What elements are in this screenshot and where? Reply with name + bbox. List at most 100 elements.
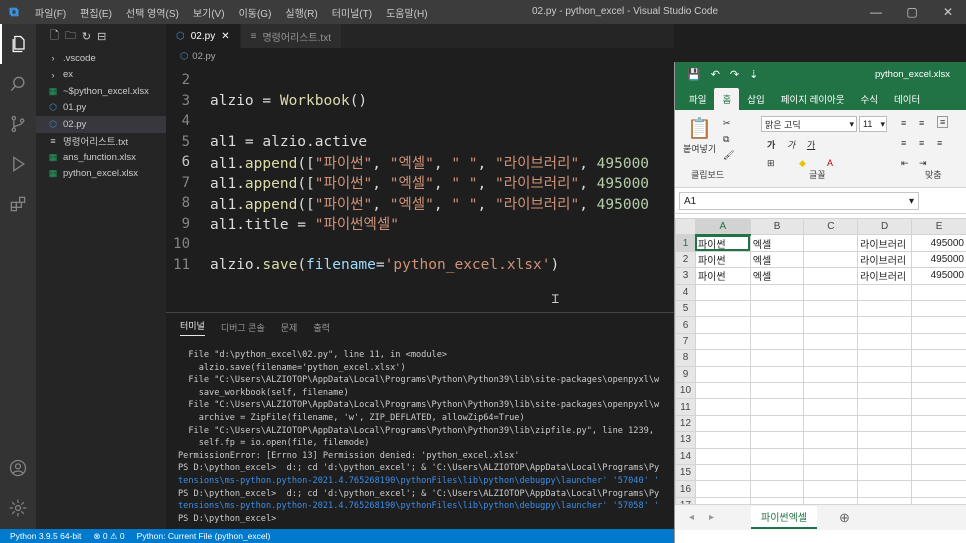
ribbon-tab[interactable]: 삽입 [739, 88, 772, 110]
border-icon[interactable]: ⊞ [767, 158, 775, 169]
cell[interactable] [857, 463, 913, 482]
explorer-item[interactable]: ▦ ans_function.xlsx [36, 149, 166, 166]
decrease-indent-icon[interactable]: ⇤ [901, 158, 909, 169]
cell[interactable] [803, 431, 859, 449]
ribbon-tab[interactable]: 페이지 레이아웃 [773, 88, 853, 110]
underline-button[interactable]: 가 [807, 138, 815, 151]
cell[interactable] [911, 283, 966, 302]
ribbon-tab[interactable]: 수식 [853, 88, 886, 110]
menu-item[interactable]: 터미널(T) [325, 5, 379, 20]
cell[interactable] [694, 447, 751, 465]
new-folder-icon[interactable]: 🗀 [65, 27, 76, 46]
cell[interactable] [694, 283, 751, 302]
cell[interactable]: 엑셀 [749, 267, 805, 285]
cell[interactable] [857, 398, 913, 416]
cell[interactable] [911, 414, 966, 433]
cell[interactable] [857, 447, 913, 465]
cell[interactable] [694, 398, 751, 416]
tab-02-py[interactable]: ⬡ 02.py ✕ [166, 24, 241, 48]
cell[interactable] [694, 414, 751, 433]
cell[interactable] [749, 398, 805, 416]
account-icon[interactable] [0, 448, 36, 488]
cell[interactable]: 495000 [911, 250, 966, 269]
menu-item[interactable]: 선택 영역(S) [119, 5, 186, 20]
code-line[interactable]: 11 alzio.save(filename='python_excel.xlsx… [166, 255, 674, 276]
menu-item[interactable]: 실행(R) [278, 5, 324, 20]
explorer-item[interactable]: ▦ python_excel.xlsx [36, 166, 166, 183]
terminal-output[interactable]: File "d:\python_excel\02.py", line 11, i… [166, 341, 674, 525]
italic-button[interactable]: 가 [787, 138, 795, 151]
cell[interactable] [803, 316, 859, 334]
cell[interactable] [803, 234, 859, 252]
cell[interactable] [749, 431, 805, 449]
cell[interactable] [694, 332, 751, 351]
explorer-item[interactable]: › ex [36, 67, 166, 84]
cell[interactable] [911, 382, 966, 400]
cell[interactable] [911, 365, 966, 384]
cell[interactable] [857, 365, 913, 384]
cut-icon[interactable]: ✂ [723, 118, 731, 129]
cell[interactable]: 엑셀 [749, 234, 805, 252]
name-box[interactable]: A1 ▾ [679, 192, 919, 210]
row-header[interactable]: 16 [675, 480, 696, 498]
save-icon[interactable]: 💾 [687, 68, 701, 81]
cell[interactable] [911, 447, 966, 465]
code-line[interactable]: 4 [166, 111, 674, 132]
source-control-icon[interactable] [0, 104, 36, 144]
cell[interactable] [803, 349, 859, 367]
row-header[interactable]: 7 [675, 332, 696, 351]
row-header[interactable]: 11 [675, 398, 696, 416]
explorer-item[interactable]: › .vscode [36, 50, 166, 67]
cell[interactable] [694, 316, 751, 334]
tab-command-list-txt[interactable]: ≡ 명령어리스트.txt [240, 24, 342, 48]
row-header[interactable]: 14 [675, 447, 696, 465]
cell[interactable] [749, 414, 805, 433]
cell[interactable] [749, 447, 805, 465]
cell[interactable] [803, 382, 859, 400]
cell[interactable]: 파이썬 [694, 250, 751, 269]
row-header[interactable]: 6 [675, 316, 696, 334]
cell[interactable] [749, 365, 805, 384]
panel-tab[interactable]: 출력 [313, 321, 330, 334]
code-editor[interactable]: 2 3 alzio = Workbook() 4 5 al1 = alzio.active… [166, 64, 674, 275]
add-sheet-icon[interactable]: ⊕ [839, 510, 850, 526]
cell[interactable] [749, 316, 805, 334]
cell[interactable] [857, 349, 913, 367]
breadcrumb-file[interactable]: 02.py [192, 51, 215, 62]
cell[interactable] [803, 250, 859, 269]
cell[interactable] [749, 300, 805, 318]
code-line[interactable]: 2 [166, 70, 674, 91]
explorer-icon[interactable] [0, 24, 36, 64]
cell[interactable] [694, 349, 751, 367]
cell[interactable] [803, 414, 859, 433]
cell[interactable] [694, 382, 751, 400]
cell[interactable]: 라이브러리 [857, 250, 913, 269]
row-header[interactable]: 13 [675, 431, 696, 449]
bold-button[interactable]: 가 [767, 138, 775, 151]
cell[interactable] [911, 332, 966, 351]
copy-icon[interactable]: ⧉ [723, 134, 729, 145]
code-line[interactable]: 8 al1.append(["파이썬", "엑셀", " ", "라이브러리", … [166, 193, 674, 214]
cell[interactable] [803, 332, 859, 351]
menu-item[interactable]: 이동(G) [232, 5, 279, 20]
fill-color-icon[interactable]: ◆ [799, 158, 806, 169]
close-tab-icon[interactable]: ✕ [221, 31, 229, 42]
cell[interactable] [803, 447, 859, 465]
paste-icon[interactable]: 📋 [687, 116, 712, 141]
panel-tab[interactable]: 터미널 [180, 319, 205, 336]
menu-item[interactable]: 파일(F) [28, 5, 73, 20]
cell[interactable] [694, 365, 751, 384]
cell[interactable] [857, 382, 913, 400]
explorer-item[interactable]: ⬡ 01.py [36, 100, 166, 117]
ribbon-tab[interactable]: 데이터 [886, 88, 928, 110]
cell[interactable]: 495000 [911, 267, 966, 285]
cell[interactable] [749, 349, 805, 367]
font-color-icon[interactable]: A [827, 158, 833, 168]
column-header[interactable]: B [749, 217, 805, 236]
cell[interactable]: 파이썬 [694, 234, 751, 252]
run-config[interactable]: Python: Current File (python_excel) [137, 531, 271, 541]
align-bottom-icon[interactable]: ≡ [937, 116, 949, 128]
row-header[interactable]: 2 [675, 250, 696, 269]
collapse-all-icon[interactable]: ⊟ [97, 30, 106, 43]
settings-gear-icon[interactable] [0, 488, 36, 528]
